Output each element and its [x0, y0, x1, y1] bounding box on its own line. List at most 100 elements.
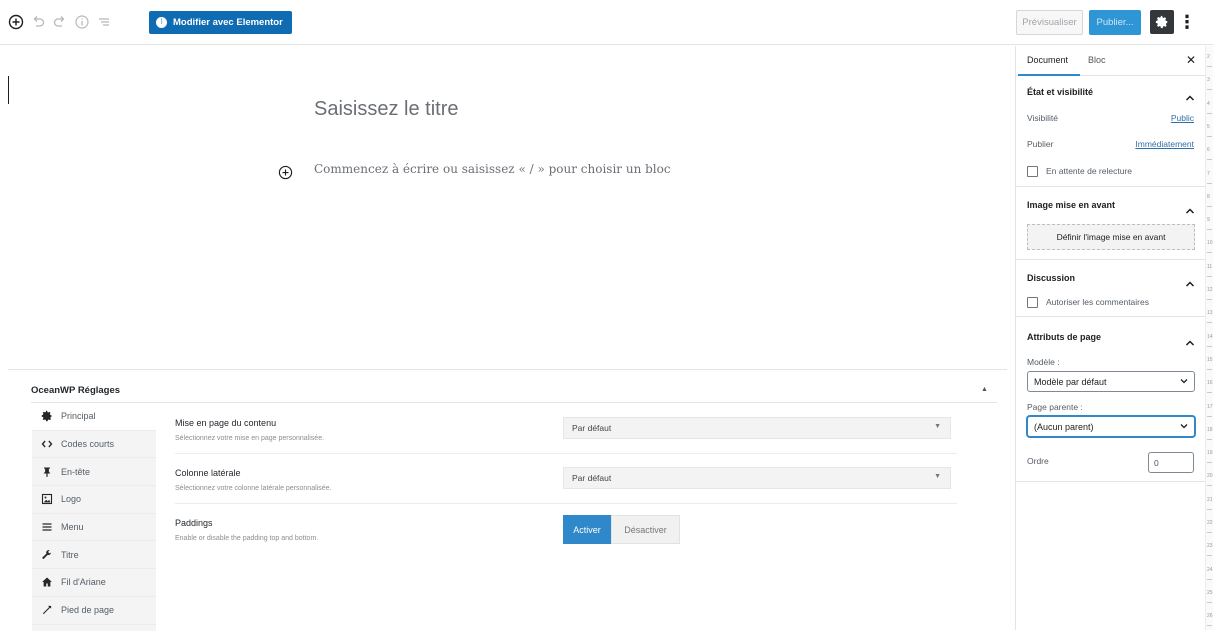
- block-placeholder[interactable]: Commencez à écrire ou saisissez « / » po…: [314, 162, 671, 176]
- set-featured-image-button[interactable]: Définir l'image mise en avant: [1027, 224, 1195, 250]
- inline-inserter-icon[interactable]: [277, 164, 293, 180]
- gear-icon: [1155, 15, 1168, 29]
- divider: [31, 402, 997, 403]
- metabox-collapse-icon[interactable]: ▲: [981, 386, 988, 393]
- chevron-up-icon[interactable]: [1185, 202, 1195, 214]
- ruler-tick: [1207, 392, 1212, 394]
- ruler-label: 12: [1207, 287, 1213, 293]
- pending-review-checkbox[interactable]: [1027, 166, 1038, 177]
- add-block-icon[interactable]: [6, 12, 26, 32]
- publish-button[interactable]: Publier...: [1089, 10, 1141, 35]
- ruler-label: 15: [1207, 356, 1213, 363]
- setting-label: Colonne latérale: [175, 468, 241, 478]
- ruler-tick: [1207, 508, 1212, 510]
- layout-select[interactable]: Par défaut ▼: [563, 417, 951, 439]
- ruler-label: 17: [1207, 403, 1213, 410]
- edit-with-elementor-label: Modifier avec Elementor: [173, 17, 283, 28]
- metabox-title: OceanWP Réglages: [31, 385, 121, 396]
- ruler-tick: [1207, 555, 1212, 557]
- ruler-tick: [1207, 182, 1212, 184]
- chevron-down-icon: ▼: [934, 423, 941, 430]
- tab-principal[interactable]: Principal: [32, 403, 156, 431]
- panel-heading[interactable]: Image mise en avant: [1027, 200, 1115, 210]
- ruler-tick: [1207, 159, 1212, 161]
- visibility-label: Visibilité: [1027, 113, 1059, 123]
- tab-logo[interactable]: Logo: [32, 486, 156, 514]
- tab-label: Menu: [61, 522, 84, 533]
- chevron-up-icon[interactable]: [1185, 89, 1195, 101]
- chevron-down-icon: [1179, 421, 1189, 431]
- paddings-toggle: Activer Désactiver: [563, 515, 680, 544]
- ruler-tick: [1207, 415, 1212, 417]
- ruler-label: 5: [1207, 123, 1210, 130]
- post-title-input[interactable]: Saisissez le titre: [314, 98, 459, 121]
- editor-toolbar: ⫶ Modifier avec Elementor Prévisualiser …: [0, 0, 1213, 45]
- visibility-link[interactable]: Public: [1171, 113, 1194, 123]
- allow-comments-checkbox[interactable]: [1027, 297, 1038, 308]
- template-select[interactable]: Modèle par défaut: [1027, 371, 1195, 392]
- wrench-icon: [40, 548, 53, 561]
- ruler-label: 19: [1207, 450, 1213, 457]
- setting-description: Sélectionnez votre mise en page personna…: [175, 435, 325, 442]
- tab-fil-ariane[interactable]: Fil d'Ariane: [32, 569, 156, 597]
- ruler-label: 6: [1207, 147, 1210, 154]
- ruler-label: 25: [1207, 589, 1213, 596]
- preview-button[interactable]: Prévisualiser: [1016, 10, 1083, 35]
- more-options-icon[interactable]: ⋮: [1178, 12, 1196, 32]
- tab-label: Fil d'Ariane: [61, 577, 106, 588]
- ruler-tick: [1207, 229, 1212, 231]
- settings-button[interactable]: [1150, 10, 1174, 34]
- ruler-label: 26: [1207, 613, 1213, 620]
- divider: [175, 453, 957, 454]
- ruler-label: 16: [1207, 380, 1213, 387]
- edit-with-elementor-button[interactable]: ⫶ Modifier avec Elementor: [149, 11, 292, 34]
- ruler-tick: [1207, 135, 1212, 137]
- ruler-tick: [1207, 368, 1212, 370]
- tab-label: Principal: [61, 411, 96, 422]
- parent-page-select[interactable]: (Aucun parent): [1027, 416, 1195, 437]
- setting-label: Mise en page du contenu: [175, 418, 277, 428]
- setting-sidebar: Colonne latérale Sélectionnez votre colo…: [175, 464, 957, 504]
- undo-icon[interactable]: [28, 12, 48, 32]
- tab-document[interactable]: Document: [1027, 55, 1068, 65]
- setting-description: Sélectionnez votre colonne latérale pers…: [175, 485, 332, 492]
- tab-codes-courts[interactable]: Codes courts: [32, 431, 156, 459]
- tab-bloc[interactable]: Bloc: [1088, 55, 1106, 65]
- ruler-tick: [1207, 322, 1212, 324]
- tab-en-tete[interactable]: En-tête: [32, 458, 156, 487]
- tab-label: Logo: [61, 494, 82, 505]
- panel-heading[interactable]: État et visibilité: [1027, 87, 1093, 97]
- chevron-up-icon[interactable]: [1185, 275, 1195, 287]
- redo-icon[interactable]: [50, 12, 70, 32]
- ruler-label: 18: [1207, 426, 1213, 433]
- ruler-label: 4: [1207, 100, 1210, 107]
- chevron-down-icon: [1179, 376, 1189, 386]
- desactiver-button[interactable]: Désactiver: [611, 515, 680, 544]
- tab-pied-de-page[interactable]: Pied de page: [32, 597, 156, 625]
- sidebar-tabs: Document Bloc ✕: [1016, 46, 1205, 76]
- ruler-label: 13: [1207, 310, 1213, 317]
- gear-icon: [40, 410, 53, 423]
- chevron-up-icon[interactable]: [1185, 334, 1195, 346]
- ruler-label: 21: [1207, 496, 1213, 503]
- parent-label: Page parente :: [1027, 402, 1083, 412]
- ruler-tick: [1207, 601, 1212, 603]
- hammer-icon: [40, 604, 53, 617]
- ruler-tick: [1207, 89, 1212, 91]
- publish-date-link[interactable]: Immédiatement: [1135, 139, 1194, 149]
- ruler-label: 10: [1207, 240, 1213, 247]
- info-icon[interactable]: [72, 12, 92, 32]
- tab-menu[interactable]: Menu: [32, 514, 156, 542]
- panel-heading[interactable]: Attributs de page: [1027, 332, 1101, 342]
- tab-titre[interactable]: Titre: [32, 541, 156, 570]
- chevron-down-icon: ▼: [934, 473, 941, 480]
- panel-status-visibility: État et visibilité Visibilité Public Pub…: [1016, 76, 1205, 187]
- close-icon[interactable]: ✕: [1186, 53, 1196, 67]
- ruler-strip: 2 3 4 5 6 7 8 9 10 11 12 13 14 15 16 17 18 19 20 21 22 23 24 25…: [1205, 46, 1213, 630]
- ruler-label: 23: [1207, 543, 1213, 550]
- panel-heading[interactable]: Discussion: [1027, 273, 1075, 283]
- sidebar-select[interactable]: Par défaut ▼: [563, 467, 951, 489]
- order-input[interactable]: 0: [1148, 452, 1194, 473]
- block-navigation-icon[interactable]: [94, 12, 114, 32]
- activer-button[interactable]: Activer: [563, 515, 611, 544]
